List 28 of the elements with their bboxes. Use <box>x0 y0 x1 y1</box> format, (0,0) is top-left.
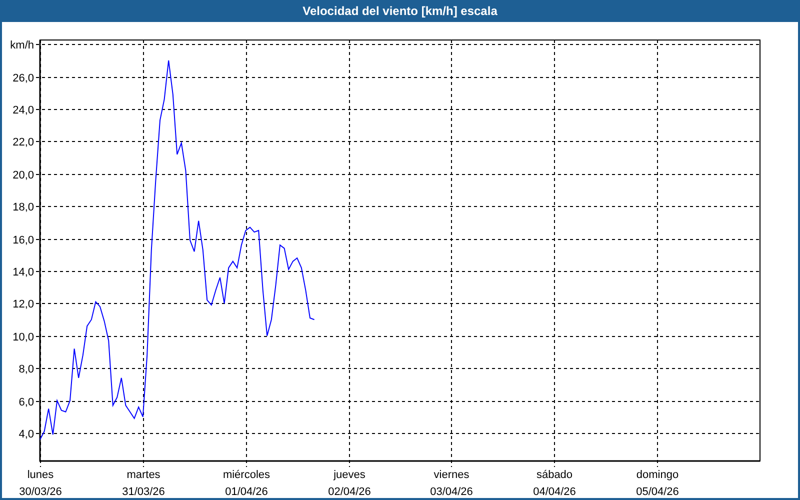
y-tick-label: 18,0 <box>12 202 34 214</box>
date-label: 30/03/26 <box>19 486 62 498</box>
day-label: martes <box>126 469 160 481</box>
date-label: 01/04/26 <box>225 486 268 498</box>
y-tick-label: 4,0 <box>18 428 34 440</box>
day-label: lunes <box>27 469 54 481</box>
y-tick-label: 10,0 <box>12 332 34 344</box>
day-label: miércoles <box>222 469 270 481</box>
date-label: 02/04/26 <box>328 486 371 498</box>
date-label: 31/03/26 <box>122 486 165 498</box>
y-tick-label: 26,0 <box>12 72 34 84</box>
y-tick-label: 12,0 <box>12 298 34 310</box>
day-label: jueves <box>334 469 366 481</box>
day-label: domingo <box>636 469 679 481</box>
date-label: 03/04/26 <box>430 486 473 498</box>
date-label: 05/04/26 <box>636 486 679 498</box>
y-tick-label: 8,0 <box>18 364 34 376</box>
day-label: sábado <box>536 469 573 481</box>
y-tick-label: 16,0 <box>12 234 34 246</box>
date-label: 04/04/26 <box>533 486 576 498</box>
y-tick-label: 20,0 <box>12 170 34 182</box>
day-label: viernes <box>434 469 470 481</box>
y-tick-label: 22,0 <box>12 136 34 148</box>
y-tick-label: 14,0 <box>12 266 34 278</box>
y-tick-label: 24,0 <box>12 104 34 116</box>
y-tick-label: 6,0 <box>18 396 34 408</box>
window-title: Velocidad del viento [km/h] escala <box>302 3 498 20</box>
y-tick-label: km/h <box>10 40 34 52</box>
